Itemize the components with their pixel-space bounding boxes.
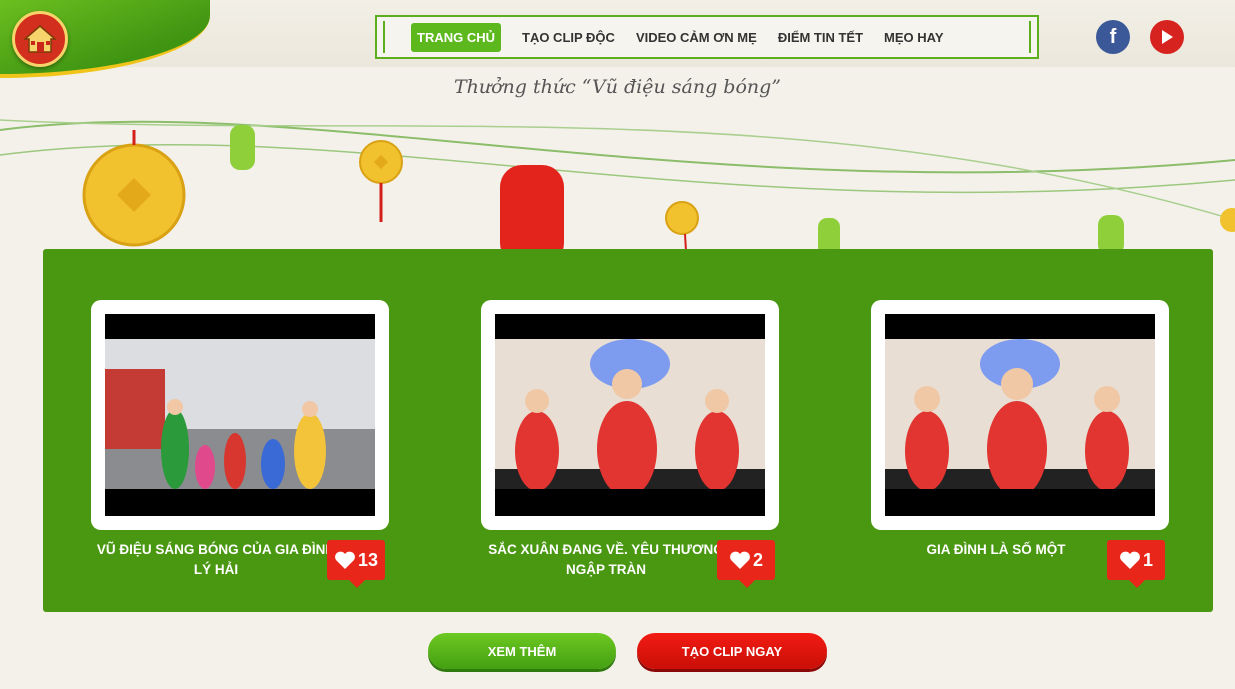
see-more-button[interactable]: XEM THÊM [428, 633, 616, 669]
like-badge[interactable]: 13 [327, 540, 385, 588]
nav-item-home[interactable]: TRANG CHỦ [411, 22, 501, 52]
home-icon [23, 25, 57, 53]
video-title[interactable]: GIA ĐÌNH LÀ SỐ MỘT [871, 540, 1121, 560]
play-icon [1162, 30, 1173, 44]
youtube-icon[interactable] [1150, 20, 1184, 54]
video-title[interactable]: VŨ ĐIỆU SÁNG BÓNG CỦA GIA ĐÌNH LÝ HẢI [91, 540, 341, 580]
video-thumbnail-frame[interactable] [481, 300, 779, 530]
video-scene-image [105, 339, 375, 489]
video-thumbnail[interactable] [495, 314, 765, 516]
video-thumbnail-frame[interactable] [91, 300, 389, 530]
nav-item-tips[interactable]: MẸO HAY [884, 30, 943, 45]
home-button[interactable] [12, 11, 68, 67]
like-count: 13 [357, 549, 379, 570]
video-card[interactable]: GIA ĐÌNH LÀ SỐ MỘT 1 [871, 300, 1169, 588]
main-nav: TRANG CHỦ TẠO CLIP ĐỘC VIDEO CẢM ƠN MẸ Đ… [375, 15, 1039, 59]
nav-item-tet-news[interactable]: ĐIỂM TIN TẾT [778, 30, 863, 45]
nav-item-create-clip[interactable]: TẠO CLIP ĐỘC [522, 30, 615, 45]
like-count: 2 [752, 549, 763, 570]
nav-item-thanks-mom-video[interactable]: VIDEO CẢM ƠN MẸ [636, 30, 757, 45]
heart-icon [730, 551, 750, 569]
video-thumbnail[interactable] [105, 314, 375, 516]
heart-icon [1120, 551, 1140, 569]
page-subtitle: Thưởng thức “Vũ điệu sáng bóng” [453, 76, 782, 98]
heart-icon [335, 551, 355, 569]
video-card[interactable]: SẮC XUÂN ĐANG VỀ. YÊU THƯƠNG NGẬP TRÀN 2 [481, 300, 779, 588]
video-thumbnail[interactable] [885, 314, 1155, 516]
video-scene-image [495, 339, 765, 489]
video-title[interactable]: SẮC XUÂN ĐANG VỀ. YÊU THƯƠNG NGẬP TRÀN [481, 540, 731, 580]
facebook-icon[interactable]: f [1096, 20, 1130, 54]
video-thumbnail-frame[interactable] [871, 300, 1169, 530]
like-badge[interactable]: 1 [1107, 540, 1165, 588]
create-clip-button[interactable]: TẠO CLIP NGAY [637, 633, 827, 669]
like-count: 1 [1142, 549, 1153, 570]
video-scene-image [885, 339, 1155, 489]
video-card[interactable]: VŨ ĐIỆU SÁNG BÓNG CỦA GIA ĐÌNH LÝ HẢI 13 [91, 300, 389, 588]
like-badge[interactable]: 2 [717, 540, 775, 588]
